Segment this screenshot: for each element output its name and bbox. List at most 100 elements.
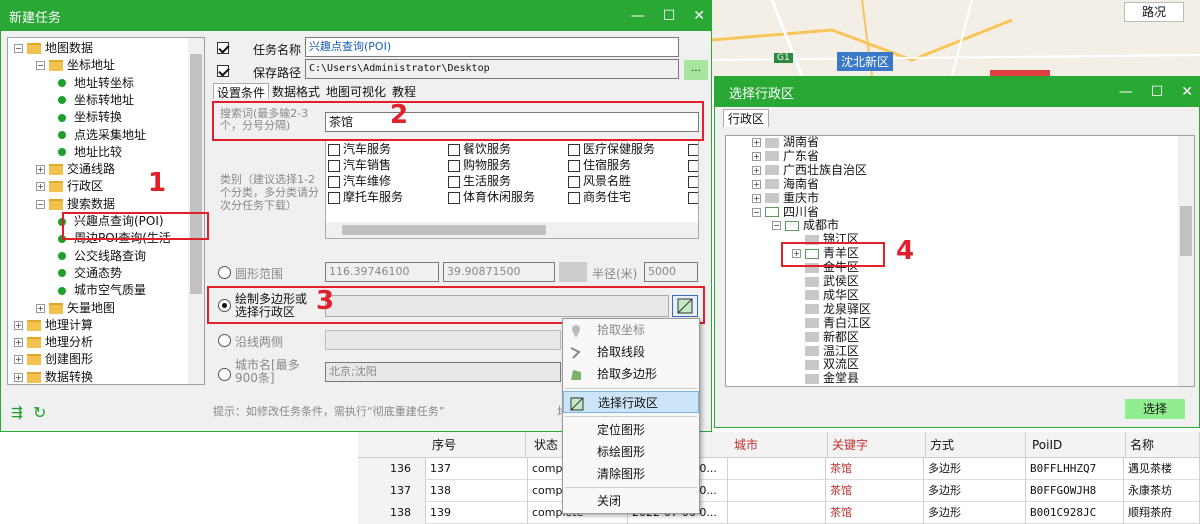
tree-item[interactable]: + 交通线路 [36,161,115,177]
region-item[interactable]: + 广东省 [752,149,819,163]
browse-button[interactable]: ... [684,60,708,80]
table-row[interactable]: 138139complete2022-07-06 0...茶馆多边形B001C9… [358,502,1200,524]
header-name[interactable]: 名称 [1124,432,1200,458]
checkbox-box[interactable] [448,191,460,204]
expander-icon[interactable]: − [36,199,45,209]
pick-point-icon[interactable] [559,262,587,282]
tab-map-visual[interactable]: 地图可视化 [323,83,389,99]
category-checkbox[interactable]: 医疗保健服务 [568,141,655,157]
checkbox-box[interactable] [448,159,460,172]
longitude-input[interactable]: 116.39746100 [325,262,439,282]
category-checkbox[interactable]: 住宿服务 [568,157,631,173]
latitude-input[interactable]: 39.90871500 [443,262,555,282]
table-row[interactable]: 136137complete2022-07-06 0...茶馆多边形B0FFLH… [358,458,1200,480]
region-item[interactable]: + 广西壮族自治区 [752,163,867,177]
tab-data-format[interactable]: 数据格式 [269,83,323,99]
menu-clear-shape[interactable]: 清除图形 [563,463,699,485]
category-checkbox[interactable]: 汽车维修 [328,173,391,189]
region-item[interactable]: + 海南省 [752,177,819,191]
category-checkbox[interactable]: 风景名胜 [568,173,631,189]
category-checkbox[interactable] [688,173,698,189]
checkbox-box[interactable] [688,143,698,156]
region-item[interactable]: 龙泉驿区 [792,302,871,316]
tree-item[interactable]: 地址比较 [58,144,122,160]
category-checkbox[interactable]: 汽车服务 [328,141,391,157]
menu-locate-shape[interactable]: 定位图形 [563,419,699,441]
expander-icon[interactable]: + [752,179,761,189]
save-path-input[interactable]: C:\Users\Administrator\Desktop [305,59,679,79]
tree-item[interactable]: 公交线路查询 [58,248,146,264]
expander-icon[interactable]: + [752,165,761,175]
header-mode[interactable]: 方式 [924,432,1026,458]
header-poiid[interactable]: PoiID [1026,432,1126,458]
menu-pick-polygon[interactable]: 拾取多边形 [563,363,699,385]
region-tree-scrollbar[interactable] [1178,136,1194,386]
checkbox-box[interactable] [568,143,580,156]
header-city[interactable]: 城市 [728,432,828,458]
task-name-checkbox[interactable] [217,40,232,54]
menu-close[interactable]: 关闭 [563,490,699,512]
task-window-titlebar[interactable]: 新建任务 — ☐ ✕ [1,1,711,31]
city-input[interactable]: 北京;沈阳 [325,362,561,382]
minimize-icon[interactable]: — [631,8,645,24]
expander-icon[interactable]: + [14,338,23,348]
category-checkbox[interactable]: 生活服务 [448,173,511,189]
expander-icon[interactable]: + [36,303,45,313]
category-checkbox[interactable]: 体育休闲服务 [448,189,535,205]
minimize-icon[interactable]: — [1119,84,1133,100]
tab-tutorial[interactable]: 教程 [389,83,419,99]
task-name-input[interactable]: 兴趣点查询(POI) [305,37,679,57]
checkbox-box[interactable] [328,159,340,172]
menu-pick-coordinate[interactable]: 拾取坐标 [563,319,699,341]
tree-scrollbar[interactable] [188,38,204,384]
checkbox-box[interactable] [328,175,340,188]
tree-item[interactable]: + 数据转换 [14,369,93,384]
category-checkbox[interactable]: 汽车销售 [328,157,391,173]
checkbox-box[interactable] [328,191,340,204]
tree-item[interactable]: − 坐标地址 [36,57,115,73]
expander-icon[interactable]: + [752,138,761,147]
select-button[interactable]: 选择 [1125,399,1185,419]
refresh-icon[interactable]: ↻ [33,403,46,422]
category-checkbox[interactable]: 购物服务 [448,157,511,173]
radius-input[interactable]: 5000 [644,262,698,282]
expander-icon[interactable]: − [36,61,45,71]
checkbox-box[interactable] [688,159,698,172]
maximize-icon[interactable]: ☐ [663,8,676,24]
category-list[interactable]: 汽车服务 餐饮服务 医疗保健服务 汽车销售 购物服务 住宿服务 汽车维修 生活服务 风景名胜 摩托… [325,139,699,239]
region-item[interactable]: 新都区 [792,330,859,344]
tree-item[interactable]: 交通态势 [58,265,122,281]
region-item[interactable]: 武侯区 [792,274,859,288]
checkbox-box[interactable] [688,175,698,188]
checkbox-box[interactable] [448,175,460,188]
expander-icon[interactable]: + [14,372,23,382]
category-checkbox[interactable] [688,141,698,157]
tab-settings[interactable]: 设置条件 [213,83,270,100]
tree-item[interactable]: + 行政区 [36,178,103,194]
tree-item[interactable]: − 地图数据 [14,40,93,56]
expander-icon[interactable]: + [752,151,761,161]
tree-item[interactable]: 坐标转换 [58,109,122,125]
expander-icon[interactable]: + [14,320,23,330]
expander-icon[interactable]: + [36,165,45,175]
region-item[interactable]: 双流区 [792,357,859,371]
category-hscroll[interactable] [326,222,698,238]
region-item[interactable]: 成华区 [792,288,859,302]
header-no[interactable]: 序号 [426,432,526,458]
circle-radio[interactable] [218,265,231,279]
tree-item[interactable]: + 地理分析 [14,334,93,350]
checkbox-box[interactable] [688,191,698,204]
expander-icon[interactable]: + [36,182,45,192]
tree-item[interactable]: + 矢量地图 [36,300,115,316]
tree-item[interactable]: 点选采集地址 [58,127,146,143]
checkbox-box[interactable] [448,143,460,156]
close-icon[interactable]: ✕ [1181,84,1193,100]
tree-item[interactable]: + 创建图形 [14,351,93,367]
result-table[interactable]: 序号 状态 城市 关键字 方式 PoiID 名称 136137complete2… [358,432,1200,524]
expander-icon[interactable]: + [14,355,23,365]
along-input[interactable] [325,330,561,350]
menu-select-region[interactable]: 选择行政区 [563,391,699,413]
traffic-button[interactable]: 路况 [1124,2,1184,22]
map-view[interactable]: 路况 沈北新区 G1 [712,0,1200,76]
close-icon[interactable]: ✕ [693,8,705,24]
